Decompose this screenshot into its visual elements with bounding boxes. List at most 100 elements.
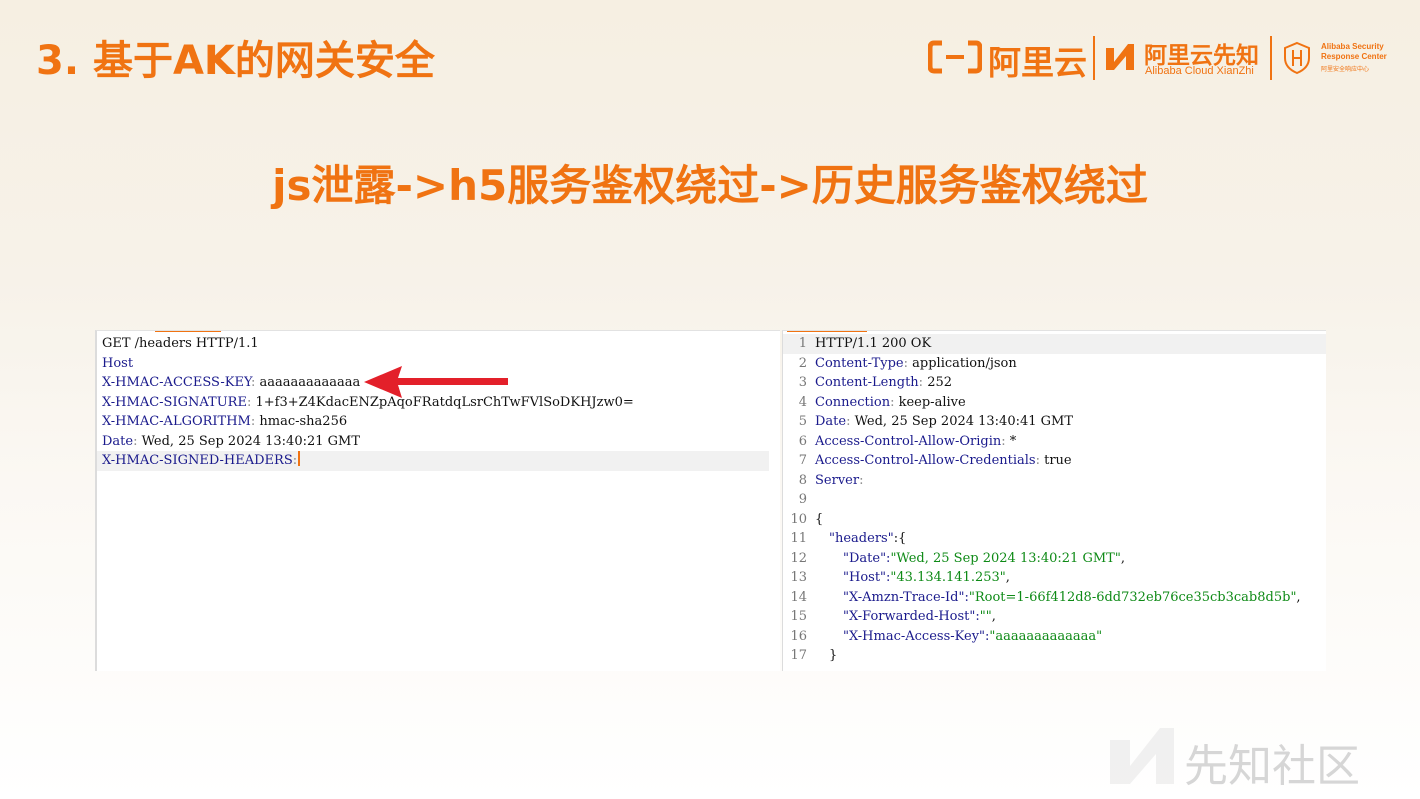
slide-subtitle: js泄露->h5服务鉴权绕过->历史服务鉴权绕过: [272, 161, 1148, 210]
json-key: X-Amzn-Trace-Id: [848, 589, 959, 605]
line-number: 15: [790, 609, 807, 624]
line-number: 5: [798, 414, 807, 429]
line-number: 13: [790, 570, 807, 585]
header-value: aaaaaaaaaaaaa: [259, 375, 361, 390]
response-line[interactable]: 17}: [783, 646, 1326, 666]
json-value: aaaaaaaaaaaaa: [995, 628, 1097, 644]
request-header-line[interactable]: X-HMAC-ALGORITHM: hmac-sha256: [102, 412, 347, 432]
shield-icon: [1284, 41, 1310, 75]
response-line[interactable]: 7 Access-Control-Allow-Credentials: true: [783, 451, 1326, 471]
json-punct: ,: [1005, 570, 1010, 585]
red-arrow-annotation: [364, 366, 508, 398]
response-line[interactable]: 4 Connection: keep-alive: [783, 393, 1326, 413]
header-value: hmac-sha256: [259, 414, 348, 429]
header-value: keep-alive: [898, 394, 966, 410]
watermark-text: 先知社区: [1184, 741, 1360, 792]
asrc-logo-text: Alibaba Security Response Center: [1321, 42, 1387, 62]
response-line[interactable]: 16 "X-Hmac-Access-Key":"aaaaaaaaaaaaa": [783, 627, 1326, 647]
json-value: Wed, 25 Sep 2024 13:40:21 GMT: [896, 550, 1115, 566]
json-key: Date: [848, 550, 881, 566]
header-name: Date: [815, 414, 847, 429]
json-key: Host: [848, 570, 881, 585]
response-line[interactable]: 8 Server:: [783, 471, 1326, 491]
status-line: HTTP/1.1 200 OK: [815, 336, 932, 351]
header-value: Wed, 25 Sep 2024 13:40:21 GMT: [141, 433, 361, 449]
json-punct: ,: [991, 609, 996, 624]
request-header-line-active[interactable]: X-HMAC-SIGNED-HEADERS:: [97, 451, 769, 471]
line-number: 6: [798, 433, 807, 449]
response-line[interactable]: 1 HTTP/1.1 200 OK: [783, 334, 1326, 354]
json-punct: :{: [893, 531, 907, 546]
response-line[interactable]: 15 "X-Forwarded-Host":"",: [783, 607, 1326, 627]
response-line[interactable]: 12 "Date":"Wed, 25 Sep 2024 13:40:21 GMT"…: [783, 549, 1326, 569]
line-number: 11: [790, 531, 807, 546]
json-key: X-Hmac-Access-Key: [848, 628, 980, 644]
aliyun-logo-icon: [928, 40, 982, 74]
json-brace: }: [829, 648, 838, 663]
asrc-line-1: Alibaba Security: [1321, 42, 1384, 51]
header-value: *: [1009, 433, 1017, 449]
line-number: 4: [798, 394, 807, 410]
response-line[interactable]: 11 "headers":{: [783, 529, 1326, 549]
json-brace: {: [815, 511, 824, 527]
header-name: Access-Control-Allow-Credentials: [815, 453, 1036, 468]
response-line[interactable]: 14 "X-Amzn-Trace-Id":"Root=1-66f412d8-6dd…: [783, 588, 1326, 608]
request-header-line[interactable]: Host: [102, 354, 133, 374]
response-line[interactable]: 3 Content-Length: 252: [783, 373, 1326, 393]
brand-divider: [1093, 36, 1095, 80]
header-value: application/json: [912, 355, 1017, 371]
response-viewer[interactable]: 1 HTTP/1.1 200 OK 2 Content-Type: applicat…: [782, 330, 1326, 671]
text-caret: [298, 451, 301, 466]
line-number: 10: [790, 511, 807, 527]
brand-logos: 阿里云 阿里云先知 Alibaba Cloud XianZhi Alibaba …: [928, 34, 1388, 82]
asrc-logo-subtext: 阿里安全响应中心: [1321, 67, 1370, 73]
line-number: 2: [798, 355, 807, 371]
xianzhi-logo-subtext: Alibaba Cloud XianZhi: [1145, 65, 1254, 77]
header-name: X-HMAC-ACCESS-KEY: [102, 375, 251, 390]
json-value: Root=1-66f412d8-6dd732eb76ce35cb3cab8d5b: [974, 589, 1291, 605]
request-tab-indicator: [155, 331, 221, 332]
json-key: headers: [834, 531, 888, 546]
line-number: 9: [798, 492, 807, 507]
json-value: 43.134.141.253: [896, 570, 1000, 585]
header-name: Host: [102, 355, 134, 371]
line-number: 12: [790, 550, 807, 566]
json-punct: ,: [1120, 550, 1125, 566]
response-line[interactable]: 5 Date: Wed, 25 Sep 2024 13:40:41 GMT: [783, 412, 1326, 432]
line-number: 1: [798, 336, 807, 351]
header-name: Server: [815, 472, 860, 488]
brand-divider: [1270, 36, 1272, 80]
line-number: 8: [798, 472, 807, 488]
line-number: 3: [798, 375, 807, 390]
json-key: X-Forwarded-Host: [848, 609, 970, 624]
line-number: 7: [798, 453, 807, 468]
header-name: Content-Type: [815, 355, 904, 371]
line-number: 17: [790, 648, 807, 663]
slide-title: 3. 基于AK的网关安全: [36, 38, 435, 84]
request-header-line[interactable]: Date: Wed, 25 Sep 2024 13:40:21 GMT: [102, 432, 360, 452]
response-line[interactable]: 10 {: [783, 510, 1326, 530]
xianzhi-logo-icon: [1106, 44, 1134, 70]
header-name: Connection: [815, 394, 891, 410]
header-value: true: [1044, 453, 1072, 468]
json-punct: ,: [1296, 589, 1301, 605]
header-name: X-HMAC-ALGORITHM: [102, 414, 251, 429]
header-name: Access-Control-Allow-Origin: [815, 433, 1002, 449]
line-number: 14: [790, 589, 807, 605]
request-header-line[interactable]: X-HMAC-ACCESS-KEY: aaaaaaaaaaaaa: [102, 373, 360, 393]
response-line[interactable]: 9: [783, 490, 1326, 510]
header-name: X-HMAC-SIGNED-HEADERS: [102, 453, 293, 468]
response-line[interactable]: 13 "Host":"43.134.141.253",: [783, 568, 1326, 588]
response-tab-indicator: [787, 331, 867, 332]
response-line[interactable]: 2 Content-Type: application/json: [783, 354, 1326, 374]
header-name: Date: [102, 433, 134, 449]
header-value: Wed, 25 Sep 2024 13:40:41 GMT: [854, 414, 1074, 429]
header-name: X-HMAC-SIGNATURE: [102, 394, 247, 410]
line-number: 16: [790, 628, 807, 644]
asrc-line-2: Response Center: [1321, 52, 1387, 61]
response-line[interactable]: 6 Access-Control-Allow-Origin: *: [783, 432, 1326, 452]
aliyun-logo-text: 阿里云: [988, 43, 1087, 82]
header-name: Content-Length: [815, 375, 919, 390]
header-value: 252: [927, 375, 953, 390]
request-line[interactable]: GET /headers HTTP/1.1: [102, 334, 259, 354]
